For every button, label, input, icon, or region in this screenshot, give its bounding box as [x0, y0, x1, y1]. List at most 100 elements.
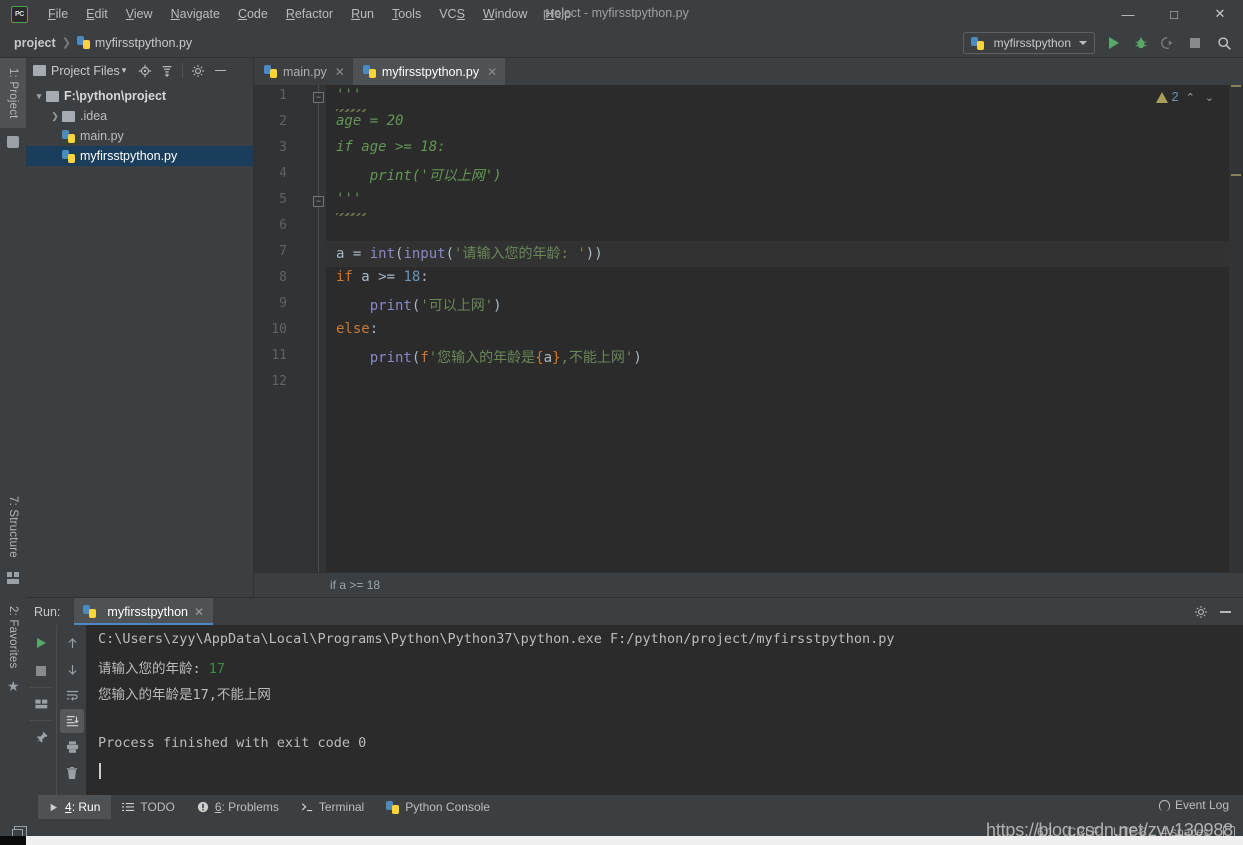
stripe-marker[interactable]	[1231, 85, 1241, 87]
status-tab-terminal[interactable]: Terminal	[290, 795, 375, 819]
sidebar-tab-favorites[interactable]: 2: Favorites	[0, 598, 26, 676]
sidebar-tab-project[interactable]: 1: Project	[0, 58, 26, 128]
code-text-area[interactable]: ''' age = 20 if age >= 18: print('可以上网') ''…	[326, 85, 1243, 572]
tree-node[interactable]: myfirsstpython.py	[26, 146, 253, 166]
code-line[interactable]: print(f'您输入的年龄是{a},不能上网')	[336, 347, 642, 367]
code-line[interactable]: '''	[336, 191, 361, 207]
bell-icon	[1158, 799, 1170, 811]
print-button[interactable]	[60, 735, 84, 759]
previous-problem-icon[interactable]: ⌃	[1183, 91, 1198, 104]
menu-item-tools[interactable]: Tools	[383, 3, 430, 25]
debug-button[interactable]	[1130, 32, 1152, 54]
error-stripe-gutter[interactable]	[1229, 85, 1243, 572]
star-icon[interactable]: ★	[7, 679, 20, 693]
code-line[interactable]: age = 20	[336, 113, 403, 129]
run-configuration-selector[interactable]: myfirsstpython	[962, 32, 1095, 54]
menu-item-navigate[interactable]: Navigate	[162, 3, 229, 25]
code-line[interactable]: a = int(input('请输入您的年龄: '))	[336, 243, 603, 263]
menu-item-view[interactable]: View	[117, 3, 162, 25]
code-token: =	[352, 246, 370, 262]
close-icon[interactable]: ✕	[335, 65, 345, 79]
editor-gutter[interactable]: 1 2 3 4 5 6 7 8 9 10 11 12− −	[254, 85, 326, 572]
menu-item-edit[interactable]: Edit	[77, 3, 117, 25]
soft-wrap-button[interactable]	[60, 683, 84, 707]
next-problem-icon[interactable]: ⌄	[1202, 91, 1217, 104]
maximize-button[interactable]: □	[1151, 0, 1197, 28]
code-line[interactable]: print('可以上网')	[336, 165, 502, 185]
project-panel-title[interactable]: Project Files	[51, 64, 120, 78]
chevron-down-icon[interactable]: ▾	[122, 65, 127, 76]
close-button[interactable]: ✕	[1197, 0, 1243, 28]
menu-item-vcs[interactable]: VCS	[430, 3, 474, 25]
breadcrumb-statement[interactable]: if a >= 18	[330, 578, 380, 592]
code-line[interactable]: if a >= 18:	[336, 269, 429, 285]
fold-toggle-icon[interactable]: −	[313, 92, 324, 103]
next-occurrence-button[interactable]	[60, 657, 84, 681]
code-editor[interactable]: 1 2 3 4 5 6 7 8 9 10 11 12− − ''' age = 20 if age >= 1…	[254, 85, 1243, 572]
tree-node[interactable]: ❯ .idea	[26, 106, 253, 126]
run-tool-window: Run: myfirsstpython ✕ C:\Users\zyy\AppDa…	[26, 597, 1243, 796]
code-token: a >=	[352, 269, 404, 285]
stop-process-button[interactable]	[29, 659, 53, 683]
pin-tab-button[interactable]	[29, 725, 53, 749]
structure-grid-icon[interactable]	[7, 572, 19, 584]
down-arrow-icon	[68, 664, 76, 675]
code-line[interactable]: '''	[336, 87, 361, 103]
status-tab-4-run[interactable]: 4: Run	[38, 795, 112, 819]
line-number: 7	[279, 244, 287, 259]
run-tab[interactable]: myfirsstpython ✕	[74, 598, 214, 625]
chevron-right-icon[interactable]: ❯	[48, 111, 62, 122]
breadcrumb-project[interactable]: project	[14, 36, 56, 50]
restore-layout-button[interactable]	[29, 692, 53, 716]
menu-item-refactor[interactable]: Refactor	[277, 3, 342, 25]
event-log-button[interactable]: Event Log	[1158, 798, 1229, 812]
sidebar-tab-structure[interactable]: 7: Structure	[0, 488, 26, 566]
close-icon[interactable]: ✕	[487, 65, 497, 79]
rerun-button[interactable]	[29, 631, 53, 655]
stop-button[interactable]	[1184, 32, 1206, 54]
status-tab-todo[interactable]: TODO	[111, 795, 185, 819]
editor-tab[interactable]: main.py ✕	[254, 58, 353, 85]
hide-run-panel-button[interactable]	[1215, 602, 1235, 622]
code-line[interactable]: if age >= 18:	[336, 139, 446, 155]
run-with-coverage-button[interactable]	[1157, 32, 1179, 54]
breadcrumb-file[interactable]: myfirsstpython.py	[95, 36, 192, 50]
search-everywhere-button[interactable]	[1213, 32, 1235, 54]
menu-item-run[interactable]: Run	[342, 3, 383, 25]
locate-file-button[interactable]	[134, 60, 156, 82]
menu-item-code[interactable]: Code	[229, 3, 277, 25]
gear-icon	[1195, 606, 1207, 618]
run-configuration-label: myfirsstpython	[993, 36, 1071, 50]
stripe-marker[interactable]	[1231, 174, 1241, 176]
collapse-all-button[interactable]	[156, 60, 178, 82]
folder-icon[interactable]	[7, 136, 19, 148]
tree-node[interactable]: main.py	[26, 126, 253, 146]
code-line[interactable]: print('可以上网')	[336, 295, 502, 315]
console-output[interactable]: C:\Users\zyy\AppData\Local\Programs\Pyth…	[86, 625, 1243, 796]
run-settings-button[interactable]	[1191, 602, 1211, 622]
previous-occurrence-button[interactable]	[60, 631, 84, 655]
project-settings-button[interactable]	[187, 60, 209, 82]
menu-item-window[interactable]: Window	[474, 3, 536, 25]
status-tab-python-console[interactable]: Python Console	[375, 795, 501, 819]
tree-node[interactable]: ▾ F:\python\project	[26, 86, 253, 106]
menu-item-file[interactable]: File	[39, 3, 77, 25]
minimize-button[interactable]: —	[1105, 0, 1151, 28]
run-button[interactable]	[1103, 32, 1125, 54]
hide-panel-button[interactable]	[209, 60, 231, 82]
run-panel-header: Run: myfirsstpython ✕	[26, 598, 1243, 625]
code-line[interactable]: else:	[336, 321, 378, 337]
scroll-to-end-button[interactable]	[60, 709, 84, 733]
chevron-down-icon[interactable]: ▾	[32, 91, 46, 102]
clear-all-button[interactable]	[60, 761, 84, 785]
code-token: a	[543, 350, 553, 366]
close-icon[interactable]: ✕	[194, 605, 204, 619]
status-tab-6-problems[interactable]: 6: Problems	[186, 795, 290, 819]
inspection-widget[interactable]: 2 ⌃ ⌄	[1155, 90, 1217, 104]
todo-list-icon	[122, 802, 135, 813]
fold-toggle-icon[interactable]: −	[313, 196, 324, 207]
editor-tab[interactable]: myfirsstpython.py ✕	[352, 58, 506, 85]
console-caret	[99, 763, 101, 779]
up-arrow-icon	[68, 637, 76, 648]
